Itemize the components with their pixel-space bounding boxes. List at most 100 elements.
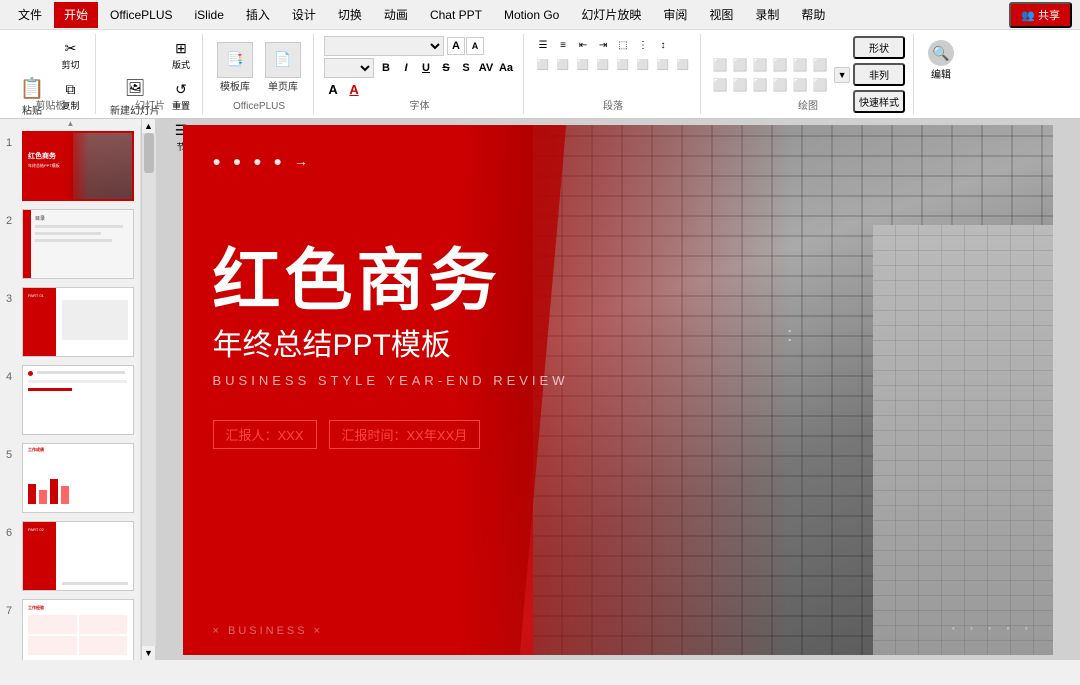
search-button[interactable]: 🔍 编辑 xyxy=(924,36,958,85)
slide-tags: 汇报人：XXX 汇报时间：XX年XX月 xyxy=(213,420,481,449)
scroll-down-button[interactable]: ▼ xyxy=(142,646,156,660)
thumb-subtitle-cn: 年终总结PPT模板 xyxy=(28,163,60,169)
shape-item-7[interactable]: ⬜ xyxy=(711,76,729,94)
char-spacing-button[interactable]: AV xyxy=(477,59,495,77)
align-top-button[interactable]: ⬜ xyxy=(614,56,632,74)
font-size-select[interactable] xyxy=(324,58,374,78)
slide-image-6[interactable]: PART 02 xyxy=(22,521,134,591)
slide-image-1[interactable]: 红色商务 年终总结PPT模板 xyxy=(22,131,134,201)
shape-item-11[interactable]: ⬜ xyxy=(791,76,809,94)
tab-design[interactable]: 设计 xyxy=(282,2,326,28)
slide-image-3[interactable]: PART 01 xyxy=(22,287,134,357)
tab-home[interactable]: 开始 xyxy=(54,2,98,28)
tab-islide[interactable]: iSlide xyxy=(185,2,234,28)
shadow-button[interactable]: S xyxy=(457,59,475,77)
tab-insert[interactable]: 插入 xyxy=(236,2,280,28)
tab-animation[interactable]: 动画 xyxy=(374,2,418,28)
shape-item-12[interactable]: ⬜ xyxy=(811,76,829,94)
slide-thumb-3[interactable]: 3 PART 01 xyxy=(0,283,140,361)
tab-transition[interactable]: 切换 xyxy=(328,2,372,28)
slide-thumb-7[interactable]: 7 工作经验 xyxy=(0,595,140,660)
cut-button[interactable]: ✂ 剪切 xyxy=(54,36,87,73)
slide-thumb-2[interactable]: 2 目录 xyxy=(0,205,140,283)
decrease-indent-button[interactable]: ⇤ xyxy=(574,36,592,54)
tab-review[interactable]: 审阅 xyxy=(653,2,697,28)
strikethrough-button[interactable]: S xyxy=(437,59,455,77)
increase-indent-button[interactable]: ⇥ xyxy=(594,36,612,54)
italic-button[interactable]: I xyxy=(397,59,415,77)
font-size-btn2[interactable]: Aa xyxy=(497,59,515,77)
slide-subtitle-cn[interactable]: 年终总结PPT模板 xyxy=(213,320,451,364)
align-middle-button[interactable]: ⬜ xyxy=(634,56,652,74)
slide-thumb-1[interactable]: 1 红色商务 年终总结PPT模板 xyxy=(0,127,140,205)
window-grid-2 xyxy=(873,225,1053,655)
line-spacing-button[interactable]: ↕ xyxy=(654,36,672,54)
shape-item-1[interactable]: ⬜ xyxy=(711,56,729,74)
tab-record[interactable]: 录制 xyxy=(745,2,789,28)
align-left-button[interactable]: ⬜ xyxy=(534,56,552,74)
edit-label: 编辑 xyxy=(931,66,951,81)
scroll-up-area[interactable]: ▲ xyxy=(0,119,141,127)
shape-item-5[interactable]: ⬜ xyxy=(791,56,809,74)
slide-image-5[interactable]: 工作成绩 xyxy=(22,443,134,513)
tab-slideshow[interactable]: 幻灯片放映 xyxy=(571,2,651,28)
slide-subtitle-en: BUSINESS STYLE YEAR-END REVIEW xyxy=(213,373,569,388)
shape-item-2[interactable]: ⬜ xyxy=(731,56,749,74)
thumb-red-left-3 xyxy=(23,288,56,356)
font-family-select[interactable] xyxy=(324,36,444,56)
canvas-area: ● ● ● ● → 红色商务 年终总结PPT模板 BUSINESS STYLE … xyxy=(155,119,1080,660)
shape-item-10[interactable]: ⬜ xyxy=(771,76,789,94)
bullets-button[interactable]: ☰ xyxy=(534,36,552,54)
tab-motiongo[interactable]: Motion Go xyxy=(494,2,569,28)
numbering-button[interactable]: ≡ xyxy=(554,36,572,54)
slide-thumb-5[interactable]: 5 工作成绩 xyxy=(0,439,140,517)
align-bottom-button[interactable]: ⬜ xyxy=(654,56,672,74)
tab-view[interactable]: 视图 xyxy=(699,2,743,28)
slide-num-6: 6 xyxy=(6,527,22,539)
shape-item-8[interactable]: ⬜ xyxy=(731,76,749,94)
slide-tag-2[interactable]: 汇报时间：XX年XX月 xyxy=(329,420,481,449)
align-right-button[interactable]: ⬜ xyxy=(574,56,592,74)
underline-button[interactable]: U xyxy=(417,59,435,77)
tab-help[interactable]: 帮助 xyxy=(791,2,835,28)
font-size-decrease-button[interactable]: A xyxy=(466,37,484,55)
edit-group: 🔍 编辑 xyxy=(916,34,966,114)
align-center-button[interactable]: ⬜ xyxy=(554,56,572,74)
slide-image-4[interactable] xyxy=(22,365,134,435)
smart-art-button[interactable]: ⬜ xyxy=(674,56,692,74)
tab-officeplus[interactable]: OfficePLUS xyxy=(100,2,182,28)
scroll-up-button[interactable]: ▲ xyxy=(142,119,156,133)
shapes-more-button[interactable]: ▼ xyxy=(834,67,850,83)
single-page-library-button[interactable]: 📄 单页库 xyxy=(261,40,305,95)
justify-button[interactable]: ⬜ xyxy=(594,56,612,74)
layout-button[interactable]: ⊞ 版式 xyxy=(168,36,194,73)
shape-style-button[interactable]: 形状 xyxy=(853,36,905,59)
share-button[interactable]: 👥 共享 xyxy=(1009,2,1072,28)
thumb-title-cn: 红色商务 xyxy=(28,151,56,161)
font-size-increase-button[interactable]: A xyxy=(447,37,465,55)
slide-tag-1[interactable]: 汇报人：XXX xyxy=(213,420,317,449)
bold-button[interactable]: B xyxy=(377,59,395,77)
shape-item-4[interactable]: ⬜ xyxy=(771,56,789,74)
shape-item-3[interactable]: ⬜ xyxy=(751,56,769,74)
slide-thumb-6[interactable]: 6 PART 02 xyxy=(0,517,140,595)
font-color-button[interactable]: A xyxy=(345,80,363,98)
non-style-button[interactable]: 非列 xyxy=(853,63,905,86)
slide-title-cn[interactable]: 红色商务 xyxy=(213,225,501,324)
columns-button[interactable]: ⋮ xyxy=(634,36,652,54)
thumb-text-7: 工作经验 xyxy=(28,605,44,611)
slide-thumb-4[interactable]: 4 xyxy=(0,361,140,439)
highlight-color-button[interactable]: A xyxy=(324,80,342,98)
shape-item-6[interactable]: ⬜ xyxy=(811,56,829,74)
thumb-accent-2 xyxy=(23,210,31,278)
tab-chatppt[interactable]: Chat PPT xyxy=(420,2,492,28)
text-direction-button[interactable]: ⬚ xyxy=(614,36,632,54)
tab-file[interactable]: 文件 xyxy=(8,2,52,28)
template-library-button[interactable]: 📑 模板库 xyxy=(213,40,257,95)
red-left-overlay xyxy=(183,125,523,655)
shape-item-9[interactable]: ⬜ xyxy=(751,76,769,94)
slide-image-2[interactable]: 目录 xyxy=(22,209,134,279)
scroll-thumb[interactable] xyxy=(144,133,154,173)
slide-image-7[interactable]: 工作经验 xyxy=(22,599,134,660)
slide-group-label: 幻灯片 xyxy=(98,97,202,112)
